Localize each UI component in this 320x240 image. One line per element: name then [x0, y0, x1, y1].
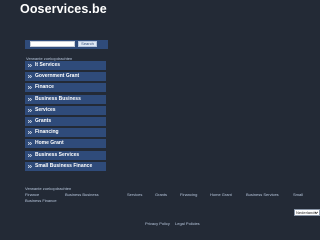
related-search-label: Business Business: [35, 95, 81, 102]
double-arrow-icon: [28, 142, 32, 146]
site-title[interactable]: Ooservices.be: [20, 2, 107, 17]
related-search-link[interactable]: Business Business: [25, 94, 106, 104]
related-search-link[interactable]: Government Grant: [25, 72, 106, 82]
search-icon: [26, 40, 30, 44]
footer-link[interactable]: Business Business: [65, 192, 99, 197]
footer-related-heading: Verwante zoekopdrachten: [25, 186, 72, 191]
footer-link[interactable]: Small: [293, 192, 303, 197]
search-button[interactable]: Search: [78, 41, 97, 47]
footer-link[interactable]: Finance: [25, 192, 39, 197]
search-input[interactable]: [30, 41, 75, 47]
related-search-label: Government Grant: [35, 73, 80, 80]
legal-policies-link[interactable]: Legal Policies: [175, 221, 200, 226]
related-search-label: Home Grant: [35, 140, 64, 147]
double-arrow-icon: [28, 97, 32, 101]
footer-link[interactable]: Business Finance: [25, 198, 57, 203]
related-search-link[interactable]: Small Business Finance: [25, 161, 106, 171]
related-search-link[interactable]: It Services: [25, 61, 106, 70]
related-search-label: Grants: [35, 117, 52, 124]
related-search-label: Financing: [35, 129, 59, 136]
related-searches-list: It Services Government Grant Finance Bus…: [25, 61, 106, 173]
double-arrow-icon: [28, 164, 32, 168]
search-box: Search: [25, 40, 108, 49]
related-search-link[interactable]: Services: [25, 105, 106, 115]
double-arrow-icon: [28, 64, 32, 67]
related-search-link[interactable]: Finance: [25, 83, 106, 93]
language-select[interactable]: Nederlands: [294, 209, 320, 216]
footer-link[interactable]: Business Services: [246, 192, 279, 197]
related-search-label: Small Business Finance: [35, 162, 93, 169]
footer-link[interactable]: Services: [127, 192, 142, 197]
related-search-link[interactable]: Business Services: [25, 150, 106, 160]
language-select-value: Nederlands: [296, 210, 317, 215]
related-search-label: Business Services: [35, 151, 80, 158]
double-arrow-icon: [28, 86, 32, 90]
double-arrow-icon: [28, 119, 32, 123]
related-search-label: Services: [35, 106, 56, 113]
footer-link[interactable]: Financing: [180, 192, 197, 197]
related-search-label: It Services: [35, 62, 61, 68]
double-arrow-icon: [28, 108, 32, 112]
related-search-link[interactable]: Home Grant: [25, 139, 106, 149]
double-arrow-icon: [28, 153, 32, 157]
double-arrow-icon: [28, 75, 32, 79]
related-search-link[interactable]: Grants: [25, 116, 106, 126]
footer-link[interactable]: Home Grant: [210, 192, 232, 197]
related-search-link[interactable]: Financing: [25, 128, 106, 138]
privacy-policy-link[interactable]: Privacy Policy: [145, 221, 170, 226]
related-search-label: Finance: [35, 84, 54, 91]
chevron-down-icon: [315, 211, 318, 214]
footer-link[interactable]: Grants: [155, 192, 167, 197]
double-arrow-icon: [28, 131, 32, 135]
